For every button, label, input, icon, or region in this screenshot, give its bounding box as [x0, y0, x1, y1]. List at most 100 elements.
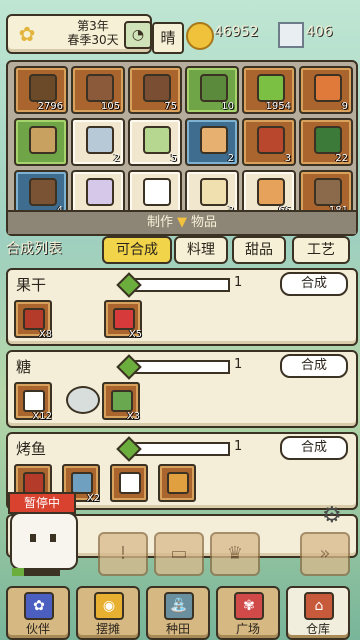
ingredient-icon	[71, 472, 93, 494]
tab-craft[interactable]: 工艺	[292, 236, 350, 264]
inventory-slot[interactable]: 22	[299, 118, 353, 166]
slider-handle-icon[interactable]	[116, 272, 142, 298]
alert-button[interactable]: !	[98, 532, 148, 576]
nav-label: 仓库	[305, 622, 330, 636]
craft-quantity: 1	[234, 357, 243, 372]
nav-partner[interactable]: ✿ 伙伴	[6, 586, 70, 640]
plaza-icon: ✾	[234, 592, 264, 620]
inventory-slot[interactable]: 2	[185, 118, 239, 166]
top-bar: ✿ 第3年 春季30天 ◔ 晴 46952 406	[0, 0, 360, 64]
tab-cooking[interactable]: 料理	[174, 236, 228, 264]
nav-stall[interactable]: ◉ 摆摊	[76, 586, 140, 640]
slider-handle-icon[interactable]	[116, 436, 142, 462]
item-icon	[143, 178, 171, 206]
items-label: 物品	[191, 215, 218, 230]
item-icon	[29, 74, 57, 102]
item-icon	[200, 74, 228, 102]
craft-button[interactable]: 合成	[280, 436, 348, 460]
item-count: 1954	[265, 101, 291, 112]
craft-amount-slider[interactable]	[132, 360, 230, 374]
craft-quantity: 1	[234, 275, 243, 290]
item-count: 105	[100, 101, 120, 112]
tab-craftable[interactable]: 可合成	[102, 236, 172, 264]
item-icon	[29, 178, 57, 206]
item-count: 2	[227, 153, 234, 164]
inventory-slot[interactable]: 2	[71, 118, 125, 166]
craft-button[interactable]: 合成	[280, 272, 348, 296]
item-icon	[257, 178, 285, 206]
clock-icon: ◔	[124, 21, 152, 49]
craft-list-label: 合成列表	[6, 241, 62, 257]
inventory-slot[interactable]: 10	[185, 66, 239, 114]
item-icon	[200, 126, 228, 154]
inventory-slot[interactable]: 1954	[242, 66, 296, 114]
ingredient-count: X12	[32, 411, 52, 422]
item-icon	[314, 126, 342, 154]
pet-avatar[interactable]	[10, 512, 78, 570]
nav-farm[interactable]: ⛲ 种田	[146, 586, 210, 640]
fast-forward-button[interactable]: »	[300, 532, 350, 576]
item-count: 3	[284, 153, 291, 164]
inventory-panel: 27961057510195492523224366181 制作▼物品	[6, 60, 358, 236]
recipe-card: 果干 1 合成 X8 X5	[6, 268, 358, 346]
coin-count: 46952	[214, 24, 259, 40]
item-icon	[86, 74, 114, 102]
ingredient-slot[interactable]: X12	[14, 382, 52, 422]
make-items-toggle[interactable]: 制作 ▼ 物品	[8, 210, 356, 234]
item-icon	[86, 178, 114, 206]
nav-label: 摆摊	[95, 622, 120, 636]
item-icon	[257, 74, 285, 102]
inventory-slot[interactable]: 9	[299, 66, 353, 114]
item-count: 75	[164, 101, 177, 112]
craft-amount-slider[interactable]	[132, 278, 230, 292]
stall-icon: ◉	[94, 592, 124, 620]
nav-label: 广场	[235, 622, 260, 636]
chat-button[interactable]: ▭	[154, 532, 204, 576]
gear-icon[interactable]: ⚙	[322, 504, 346, 528]
inventory-slot[interactable]: 2796	[14, 66, 68, 114]
inventory-slot[interactable]: 5	[128, 118, 182, 166]
inventory-slot[interactable]	[14, 118, 68, 166]
partner-icon: ✿	[24, 592, 54, 620]
make-label: 制作	[146, 215, 173, 230]
ingredient-slot[interactable]: X5	[104, 300, 142, 340]
nav-plaza[interactable]: ✾ 广场	[216, 586, 280, 640]
tab-dessert[interactable]: 甜品	[232, 236, 286, 264]
item-icon	[143, 74, 171, 102]
ingredient-icon	[23, 308, 45, 330]
item-count: 2	[113, 153, 120, 164]
craft-amount-slider[interactable]	[132, 442, 230, 456]
ingredient-icon	[119, 472, 141, 494]
item-icon	[143, 126, 171, 154]
ingredient-icon	[111, 390, 133, 412]
item-count: 22	[335, 153, 348, 164]
ingredient-icon	[23, 390, 45, 412]
ingredient-slot[interactable]	[158, 464, 196, 502]
item-count: 2796	[37, 101, 63, 112]
item-icon	[200, 178, 228, 206]
ingredient-count: X3	[126, 411, 140, 422]
recipe-name: 果干	[16, 276, 47, 294]
weather-label: 晴	[152, 22, 184, 54]
ingredient-icon	[113, 308, 135, 330]
ingredient-slot[interactable]: X8	[14, 300, 52, 340]
craft-button[interactable]: 合成	[280, 354, 348, 378]
inventory-slot[interactable]: 75	[128, 66, 182, 114]
date-panel[interactable]: ✿ 第3年 春季30天 ◔	[6, 14, 152, 54]
trophy-button[interactable]: ♛	[210, 532, 260, 576]
item-icon	[314, 74, 342, 102]
flower-icon: ✿	[18, 22, 36, 46]
ingredient-slot[interactable]: X3	[102, 382, 140, 422]
item-icon	[314, 178, 342, 206]
inventory-slot[interactable]: 3	[242, 118, 296, 166]
inventory-slot[interactable]: 105	[71, 66, 125, 114]
paused-badge: 暂停中	[8, 492, 76, 514]
ingredient-slot[interactable]	[110, 464, 148, 502]
ingredient-icon	[23, 472, 45, 494]
nav-warehouse[interactable]: ⌂ 仓库	[286, 586, 350, 640]
craft-quantity: 1	[234, 439, 243, 454]
item-icon	[29, 126, 57, 154]
recipe-card: 糖 1 合成 X12 X3	[6, 350, 358, 428]
slider-handle-icon[interactable]	[116, 354, 142, 380]
item-count: 10	[221, 101, 234, 112]
